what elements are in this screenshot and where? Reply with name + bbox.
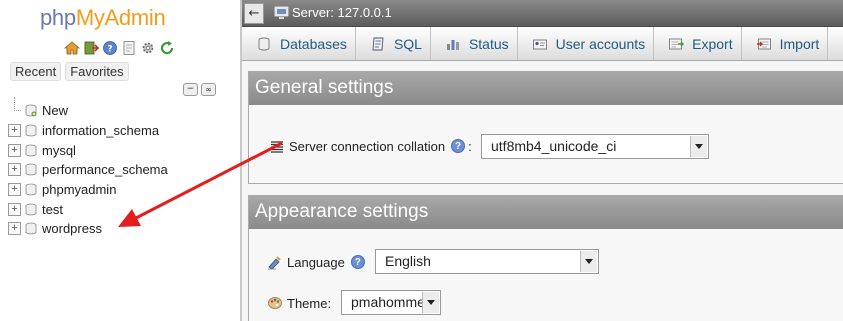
database-icon [25,144,37,157]
language-select[interactable]: English [375,249,599,274]
docs-icon[interactable] [121,40,137,56]
status-icon [445,36,461,52]
main-content: General settings Server connection colla… [242,61,843,321]
palette-icon [267,295,283,311]
favorites-tab[interactable]: Favorites [65,62,129,81]
tree-item-wordpress[interactable]: + wordpress [8,219,168,239]
chevron-down-icon[interactable] [690,136,707,157]
chevron-down-icon[interactable] [580,251,597,272]
server-tab-menu: Databases SQL Status User accounts Expor… [242,27,843,61]
tab-user-accounts[interactable]: User accounts [518,27,655,60]
tab-label: User accounts [555,35,646,52]
nav-quick-icons: ? [64,40,175,56]
server-icon [274,6,289,20]
database-icon [25,203,37,216]
tree-item-label: phpmyadmin [42,182,117,198]
tab-label: Import [779,35,820,52]
language-select-value: English [385,253,431,269]
home-icon[interactable] [64,40,80,56]
users-icon [532,36,548,52]
tab-label: Status [468,35,509,52]
appearance-settings-panel: Appearance settings Language ? English T… [248,195,843,321]
collapse-all-icon[interactable]: − [183,83,198,96]
expand-icon[interactable]: + [8,222,21,236]
tab-label: Databases [280,35,347,52]
tree-connector [8,97,21,117]
tree-item-new[interactable]: New [8,97,168,121]
tree-item-label: New [42,103,69,119]
tab-status[interactable]: Status [431,27,518,60]
collation-row: Server connection collation ? : [269,138,472,154]
import-icon [756,36,772,52]
expand-icon[interactable]: + [8,183,21,197]
collation-colon: : [468,138,472,154]
server-breadcrumb-bar: ← Server: 127.0.0.1 [242,0,843,27]
collation-label: Server connection collation [289,138,446,154]
general-settings-panel: General settings Server connection colla… [248,71,843,184]
exit-icon[interactable] [83,40,99,56]
database-tree: New + information_schema + mysql + perfo… [8,97,168,239]
help-icon[interactable]: ? [350,255,365,269]
reload-icon[interactable] [159,40,175,56]
tab-import[interactable]: Import [742,27,829,60]
phpmyadmin-logo[interactable]: phpMyAdmin [40,5,166,31]
language-icon [267,254,283,270]
help-icon[interactable]: ? [102,40,118,56]
database-icon [25,222,37,235]
tab-label: SQL [393,35,422,52]
theme-row: Theme: [267,295,331,311]
tree-item-test[interactable]: + test [8,199,168,219]
recent-favorites-tabs: Recent Favorites [10,62,129,81]
language-row: Language ? [267,254,365,270]
sql-icon [370,36,386,52]
recent-tab[interactable]: Recent [10,62,62,81]
database-icon [25,163,37,176]
tab-databases[interactable]: Databases [242,27,356,60]
tree-item-phpmyadmin[interactable]: + phpmyadmin [8,180,168,200]
link-with-main-icon[interactable]: ∞ [201,83,216,96]
chevron-down-icon[interactable] [422,292,439,313]
tab-label: Export [692,35,733,52]
help-icon[interactable]: ? [451,139,466,153]
expand-icon[interactable]: + [8,202,21,216]
general-settings-title: General settings [249,72,843,105]
tree-item-mysql[interactable]: + mysql [8,140,168,160]
server-breadcrumb-link[interactable]: Server: 127.0.0.1 [292,5,392,20]
new-database-icon [25,104,37,117]
database-icon [25,183,37,196]
collation-select-value: utf8mb4_unicode_ci [491,138,617,154]
tree-item-label: information_schema [42,123,160,139]
settings-icon[interactable] [140,40,156,56]
expand-icon[interactable]: + [8,124,21,138]
theme-select-value: pmahomme [351,294,425,310]
tree-item-label: performance_schema [42,162,168,178]
svg-text:?: ? [107,45,112,55]
logo-php-text: php [40,5,76,30]
tree-tools: − ∞ [183,83,216,96]
logo-myadmin-text: MyAdmin [75,5,166,30]
expand-icon[interactable]: + [8,143,21,157]
expand-icon[interactable]: + [8,163,21,177]
tree-item-performance-schema[interactable]: + performance_schema [8,160,168,180]
navigation-panel: phpMyAdmin ? Recent Favorites − ∞ New + … [0,0,240,321]
database-icon [256,36,272,52]
tree-item-label: test [42,201,63,217]
collapse-nav-button[interactable]: ← [244,3,264,24]
appearance-settings-title: Appearance settings [249,196,843,229]
tree-item-label: mysql [42,142,76,158]
collation-icon [269,138,285,154]
export-icon [668,36,685,52]
theme-select[interactable]: pmahomme [341,290,441,315]
tab-sql[interactable]: SQL [356,27,431,60]
collation-select[interactable]: utf8mb4_unicode_ci [481,134,709,159]
tab-export[interactable]: Export [654,27,742,60]
database-icon [25,124,37,137]
theme-label: Theme: [287,295,332,311]
language-label: Language [287,254,345,270]
tree-item-label: wordpress [42,221,102,237]
tree-item-information-schema[interactable]: + information_schema [8,121,168,141]
